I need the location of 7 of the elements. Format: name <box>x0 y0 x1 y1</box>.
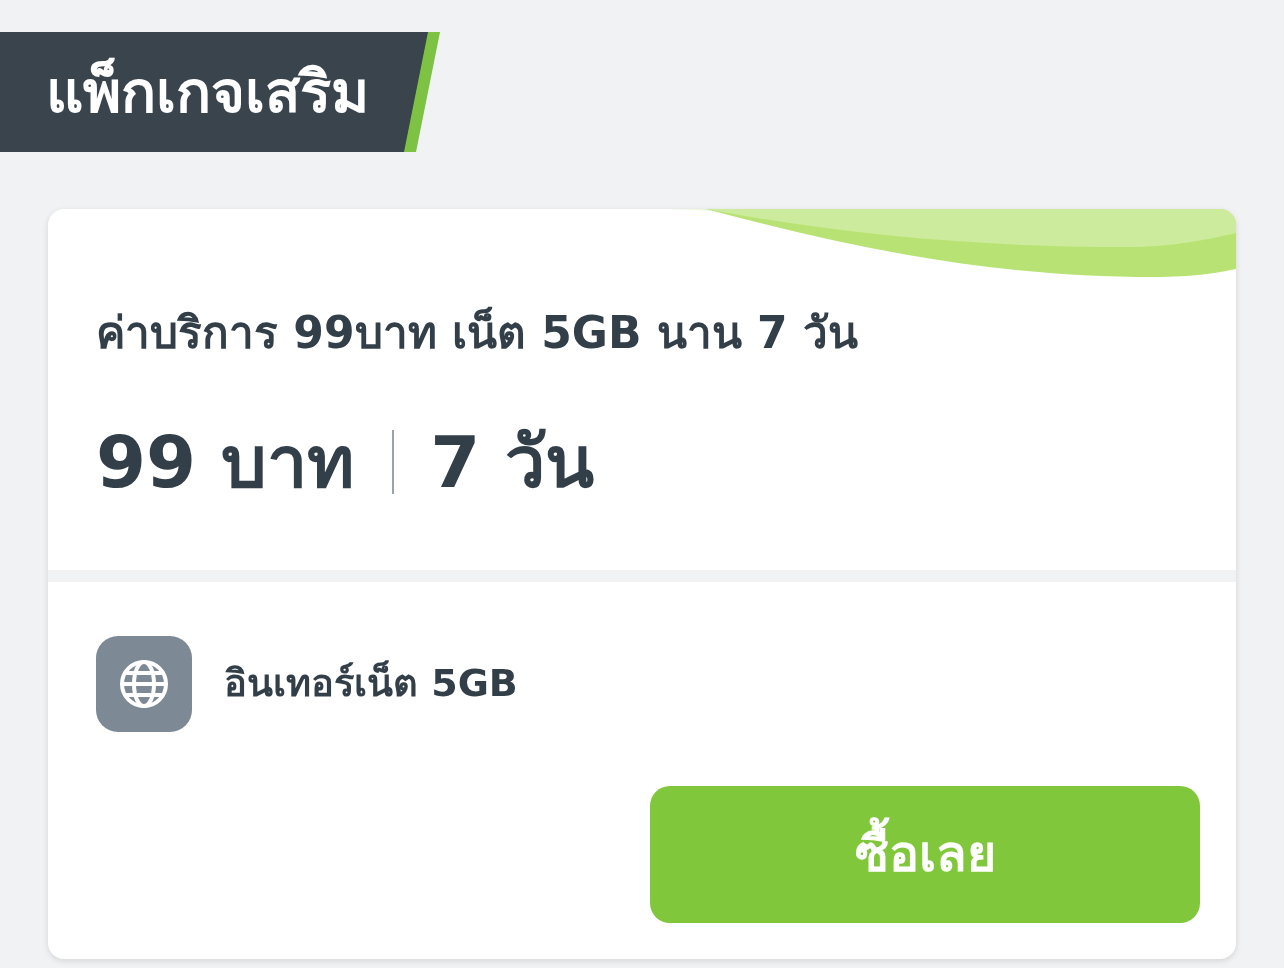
buy-now-button[interactable]: ซื้อเลย <box>650 785 1200 923</box>
duration-text: 7 วัน <box>430 425 595 498</box>
price-text: 99 บาท <box>96 425 355 498</box>
feature-label: อินเทอร์เน็ต 5GB <box>224 659 518 708</box>
package-title: ค่าบริการ 99บาท เน็ต 5GB นาน 7 วัน <box>96 307 860 360</box>
globe-icon <box>96 635 192 732</box>
page-title: แพ็กเกจเสริม <box>0 32 428 152</box>
